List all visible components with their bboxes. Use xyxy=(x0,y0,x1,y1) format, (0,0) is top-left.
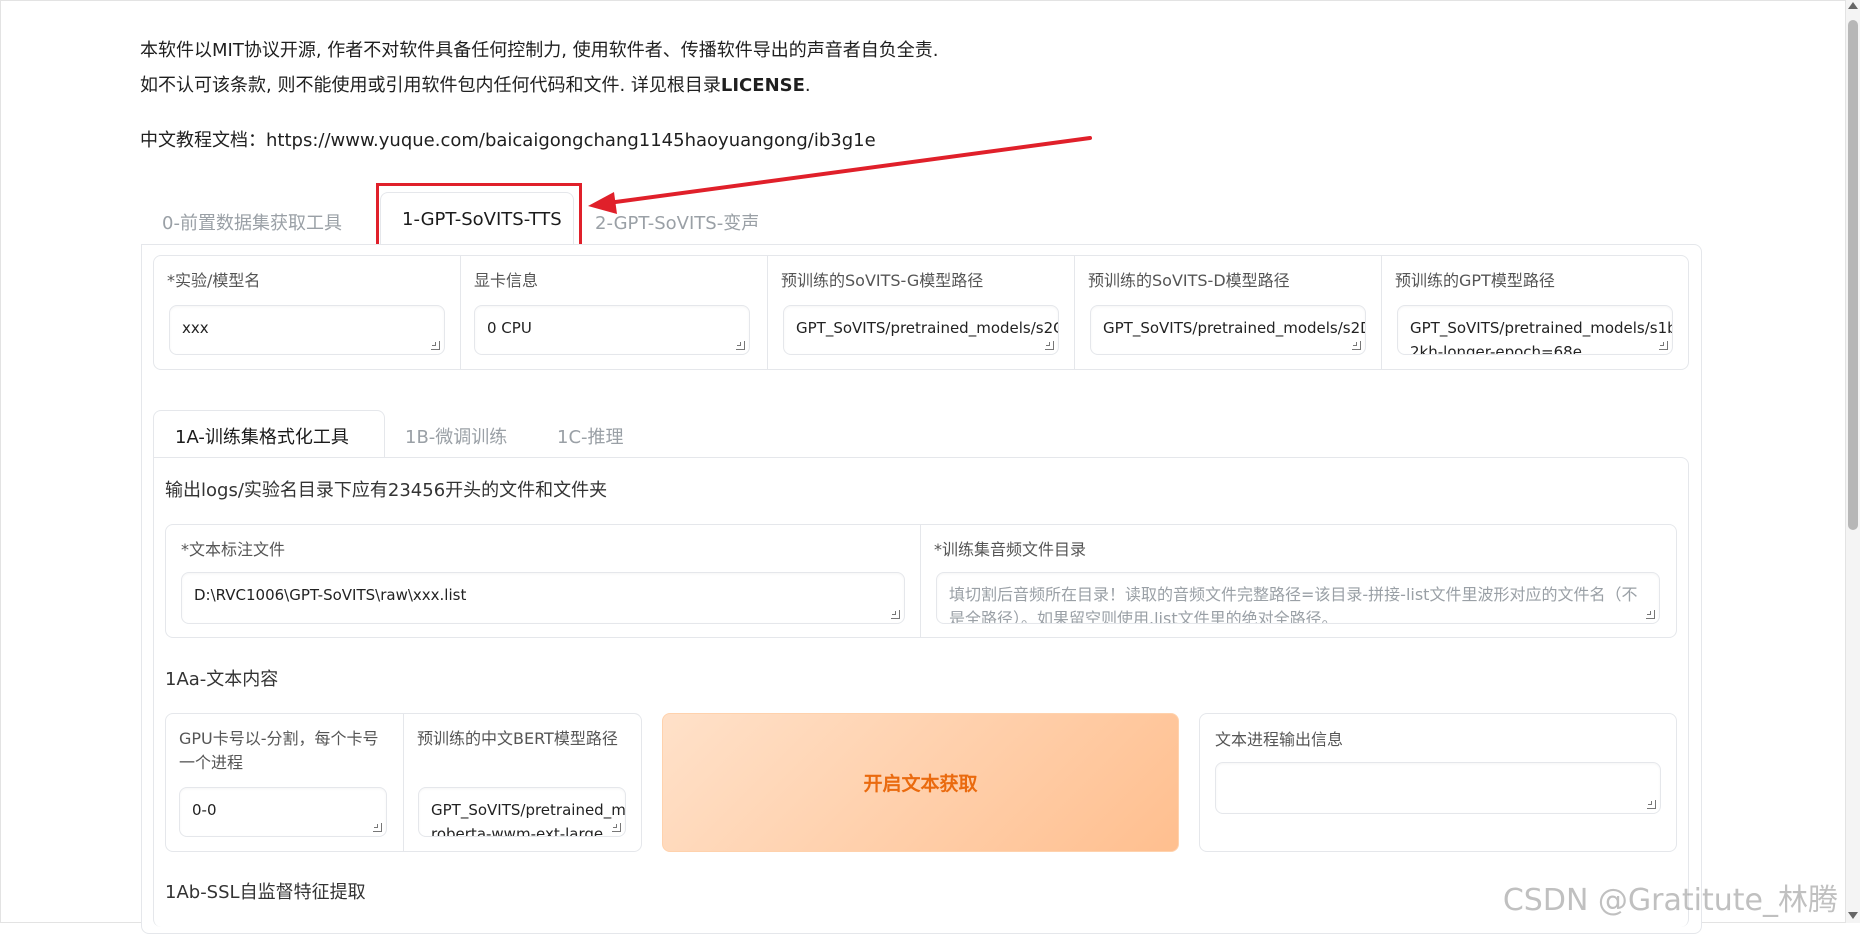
license-link-text: LICENSE xyxy=(720,75,805,96)
subtab-finetune[interactable]: 1B-微调训练 xyxy=(405,423,507,449)
license-notice-line1: 本软件以MIT协议开源, 作者不对软件具备任何控制力, 使用软件者、传播软件导出… xyxy=(140,40,939,61)
resize-handle-icon[interactable] xyxy=(612,823,621,832)
gpu-ids-cell: GPU卡号以-分割，每个卡号一个进程 0-0 xyxy=(165,713,403,852)
wav-dir-label: *训练集音频文件目录 xyxy=(934,540,1087,559)
exp-name-input[interactable]: xxx xyxy=(169,305,445,355)
section-1aa-title: 1Aa-文本内容 xyxy=(165,669,279,690)
wav-dir-cell: *训练集音频文件目录 填切割后音频所在目录！读取的音频文件完整路径=该目录-拼接… xyxy=(920,524,1677,638)
tutorial-url[interactable]: https://www.yuque.com/baicaigongchang114… xyxy=(266,130,876,151)
tab-gpt-sovits-voice-change[interactable]: 2-GPT-SoVITS-变声 xyxy=(595,209,759,235)
gpu-info-input[interactable]: 0 CPU xyxy=(474,305,750,355)
gpu-info-cell: 显卡信息 0 CPU xyxy=(460,255,767,370)
text-label-file-label: *文本标注文件 xyxy=(181,540,286,559)
resize-handle-icon[interactable] xyxy=(1352,341,1361,350)
resize-handle-icon[interactable] xyxy=(373,823,382,832)
bert-path-cell: 预训练的中文BERT模型路径 GPT_SoVITS/pretrained_mod… xyxy=(403,713,642,852)
sovits-d-cell: 预训练的SoVITS-D模型路径 GPT_SoVITS/pretrained_m… xyxy=(1074,255,1381,370)
resize-handle-icon[interactable] xyxy=(1646,610,1655,619)
tutorial-label: 中文教程文档： xyxy=(140,130,266,151)
gpt-model-cell: 预训练的GPT模型路径 GPT_SoVITS/pretrained_models… xyxy=(1381,255,1689,370)
csdn-watermark: CSDN @Gratitute_林腾 xyxy=(1502,883,1838,918)
text-output-info-box[interactable] xyxy=(1215,762,1661,814)
gpu-ids-label: GPU卡号以-分割，每个卡号一个进程 xyxy=(179,729,379,772)
scroll-up-icon[interactable] xyxy=(1848,2,1858,9)
text-output-info-cell: 文本进程输出信息 xyxy=(1199,713,1677,852)
scroll-down-icon[interactable] xyxy=(1848,912,1858,919)
sovits-g-cell: 预训练的SoVITS-G模型路径 GPT_SoVITS/pretrained_m… xyxy=(767,255,1074,370)
gpt-model-label: 预训练的GPT模型路径 xyxy=(1395,271,1555,290)
bert-path-label: 预训练的中文BERT模型路径 xyxy=(417,729,618,748)
license-notice-line2: 如不认可该条款, 则不能使用或引用软件包内任何代码和文件. 详见根目录LICEN… xyxy=(140,75,811,96)
gpt-model-input[interactable]: GPT_SoVITS/pretrained_models/s1bert25hz-… xyxy=(1397,305,1673,355)
resize-handle-icon[interactable] xyxy=(1659,341,1668,350)
sovits-d-input[interactable]: GPT_SoVITS/pretrained_models/s2D488k.pth xyxy=(1090,305,1366,355)
gpu-ids-input[interactable]: 0-0 xyxy=(179,787,387,837)
subtab-inference[interactable]: 1C-推理 xyxy=(557,423,624,449)
text-output-info-label: 文本进程输出信息 xyxy=(1215,730,1344,749)
start-text-fetch-button[interactable]: 开启文本获取 xyxy=(662,713,1179,852)
sovits-g-input[interactable]: GPT_SoVITS/pretrained_models/s2G488k.pth xyxy=(783,305,1059,355)
resize-handle-icon[interactable] xyxy=(1647,800,1656,809)
resize-handle-icon[interactable] xyxy=(891,610,900,619)
exp-name-cell: *实验/模型名 xxx xyxy=(153,255,460,370)
resize-handle-icon[interactable] xyxy=(1045,341,1054,350)
subtab-dataset-format[interactable]: 1A-训练集格式化工具 xyxy=(175,423,349,449)
text-label-file-cell: *文本标注文件 D:\RVC1006\GPT-SoVITS\raw\xxx.li… xyxy=(165,524,920,638)
bert-path-input[interactable]: GPT_SoVITS/pretrained_models/chinese-rob… xyxy=(418,787,626,837)
text-label-file-input[interactable]: D:\RVC1006\GPT-SoVITS\raw\xxx.list xyxy=(181,572,905,624)
panel-1a-heading: 输出logs/实验名目录下应有23456开头的文件和文件夹 xyxy=(165,480,608,501)
scroll-thumb[interactable] xyxy=(1848,20,1858,530)
resize-handle-icon[interactable] xyxy=(431,341,440,350)
exp-name-label: *实验/模型名 xyxy=(167,271,261,290)
resize-handle-icon[interactable] xyxy=(736,341,745,350)
gpu-info-label: 显卡信息 xyxy=(474,271,539,290)
wav-dir-input[interactable]: 填切割后音频所在目录！读取的音频文件完整路径=该目录-拼接-list文件里波形对… xyxy=(936,572,1660,624)
tab-dataset-tools[interactable]: 0-前置数据集获取工具 xyxy=(162,209,342,235)
sovits-g-label: 预训练的SoVITS-G模型路径 xyxy=(781,271,984,290)
page-scrollbar[interactable] xyxy=(1846,0,1860,923)
section-1ab-title: 1Ab-SSL自监督特征提取 xyxy=(165,882,366,903)
sovits-d-label: 预训练的SoVITS-D模型路径 xyxy=(1088,271,1290,290)
tutorial-line: 中文教程文档：https://www.yuque.com/baicaigongc… xyxy=(140,126,876,152)
